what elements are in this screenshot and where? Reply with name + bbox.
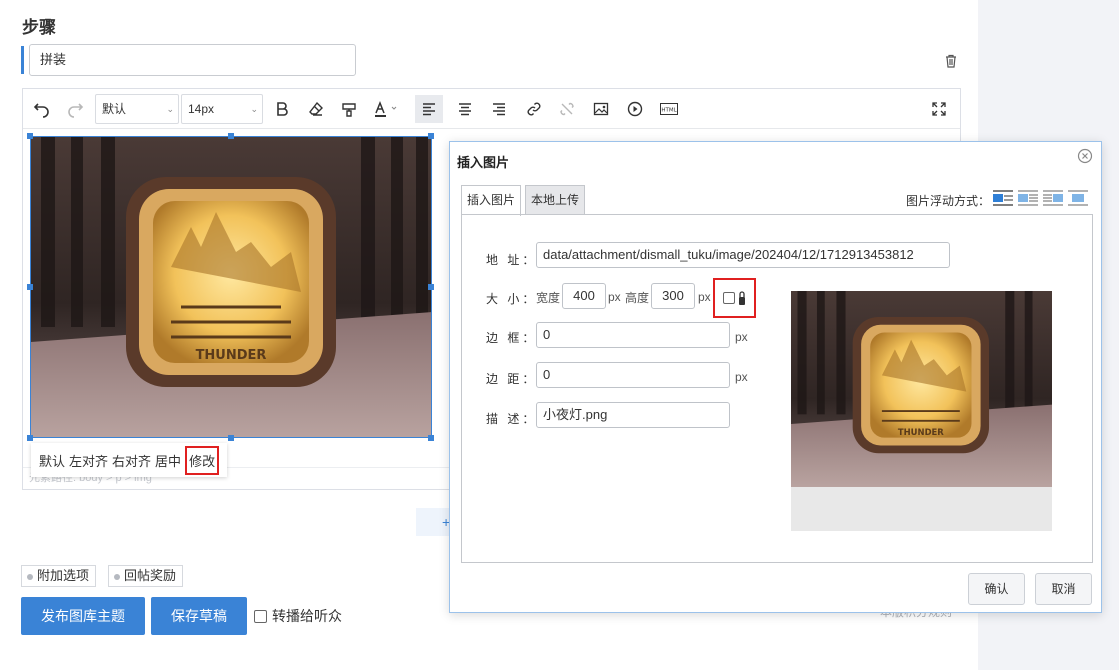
selected-image[interactable]: THUNDER [30,136,432,438]
extra-options-button[interactable]: 附加选项 [21,565,97,587]
description-input[interactable]: 小夜灯.png [536,402,730,428]
insert-image-dialog: 插入图片 插入图片 本地上传 图片浮动方式： 地 址： data/attachm… [449,141,1102,613]
border-input[interactable]: 0 [536,322,730,348]
reply-reward-button[interactable]: 回帖奖励 [108,565,184,587]
float-mode-label: 图片浮动方式： [906,194,991,208]
resize-handle[interactable] [428,284,434,290]
bold-icon[interactable] [268,95,296,123]
bullet-icon [27,573,33,580]
link-icon[interactable] [520,95,548,123]
chevron-down-icon: ⌄ [250,104,258,114]
align-center[interactable]: 居中 [155,451,181,470]
close-icon[interactable] [1077,148,1093,164]
font-family-select[interactable]: 默认 ⌄ [95,94,179,124]
lock-ratio-highlight [713,278,756,318]
step-name-input[interactable]: 拼装 [29,44,356,76]
margin-input[interactable]: 0 [536,362,730,388]
resize-handle[interactable] [428,435,434,441]
resize-handle[interactable] [27,435,33,441]
height-unit: px [698,290,711,304]
align-right-icon[interactable] [485,95,513,123]
undo-icon[interactable] [28,95,56,123]
html-label: HTML [661,108,677,114]
address-label: 地 址： [486,253,538,267]
chevron-down-icon: ⌄ [166,104,174,114]
forward-checkbox-row[interactable]: 转播给听众 [254,606,342,626]
fullscreen-icon[interactable] [925,95,953,123]
forward-label: 转播给听众 [272,608,342,624]
align-default[interactable]: 默认 [39,451,65,470]
unlink-icon[interactable] [553,95,581,123]
tab-insert-image[interactable]: 插入图片 [461,185,522,216]
publish-button[interactable]: 发布图库主题 [21,597,145,635]
lock-ratio-checkbox[interactable] [723,292,735,304]
image-align-toolbar: 默认 左对齐 右对齐 居中 修改 [31,443,228,477]
size-label: 大 小： [486,292,538,306]
margin-label: 边 距： [486,372,538,386]
extra-options-label: 附加选项 [37,568,90,583]
redo-icon[interactable] [61,95,89,123]
float-right-icon[interactable] [1043,189,1063,207]
eraser-icon[interactable] [302,95,330,123]
dialog-title: 插入图片 [457,155,510,170]
image-icon[interactable] [587,95,615,123]
float-none-icon[interactable] [993,189,1013,207]
width-label: 宽度 [536,291,561,305]
confirm-button[interactable]: 确认 [968,573,1025,605]
video-icon[interactable] [621,95,649,123]
height-label: 高度 [625,291,650,305]
tab-local-upload[interactable]: 本地上传 [525,185,586,215]
align-right[interactable]: 右对齐 [112,451,151,470]
editor-toolbar: 默认 ⌄ 14px ⌄ HTML [23,89,960,129]
align-center-icon[interactable] [451,95,479,123]
night-lamp-photo: THUNDER [31,137,431,437]
save-draft-button[interactable]: 保存草稿 [151,597,247,635]
align-left[interactable]: 左对齐 [69,451,108,470]
border-label: 边 框： [486,331,538,345]
float-center-icon[interactable] [1068,189,1088,207]
preview-brand-text: THUNDER [898,427,944,437]
resize-handle[interactable] [27,284,33,290]
width-input[interactable]: 400 [562,283,606,309]
modify-image-button[interactable]: 修改 [185,445,220,475]
insert-image-panel: 地 址： data/attachment/dismall_tuku/image/… [461,214,1093,563]
font-color-icon[interactable] [369,95,405,123]
lock-icon [739,291,745,305]
margin-unit: px [735,370,748,384]
resize-handle[interactable] [27,133,33,139]
font-family-value: 默认 [102,102,127,116]
html-source-icon[interactable]: HTML [655,95,683,123]
float-left-icon[interactable] [1018,189,1038,207]
resize-handle[interactable] [428,133,434,139]
photo-brand-text: THUNDER [196,348,267,363]
cancel-button[interactable]: 取消 [1035,573,1092,605]
align-left-icon[interactable] [415,95,443,123]
resize-handle[interactable] [228,133,234,139]
border-unit: px [735,330,748,344]
trash-icon[interactable] [944,54,958,68]
preview-photo: THUNDER [791,291,1052,487]
bullet-icon [114,573,120,580]
section-title: 步骤 [22,18,56,37]
resize-handle[interactable] [228,435,234,441]
forward-checkbox[interactable] [254,609,267,623]
reply-reward-label: 回帖奖励 [124,568,177,583]
address-input[interactable]: data/attachment/dismall_tuku/image/20240… [536,242,950,268]
font-size-value: 14px [188,102,215,116]
font-size-select[interactable]: 14px ⌄ [181,94,263,124]
height-input[interactable]: 300 [651,283,695,309]
description-label: 描 述： [486,412,538,426]
width-unit: px [608,290,621,304]
accent-bar [21,46,24,74]
image-preview: THUNDER [791,291,1052,531]
format-painter-icon[interactable] [335,95,363,123]
